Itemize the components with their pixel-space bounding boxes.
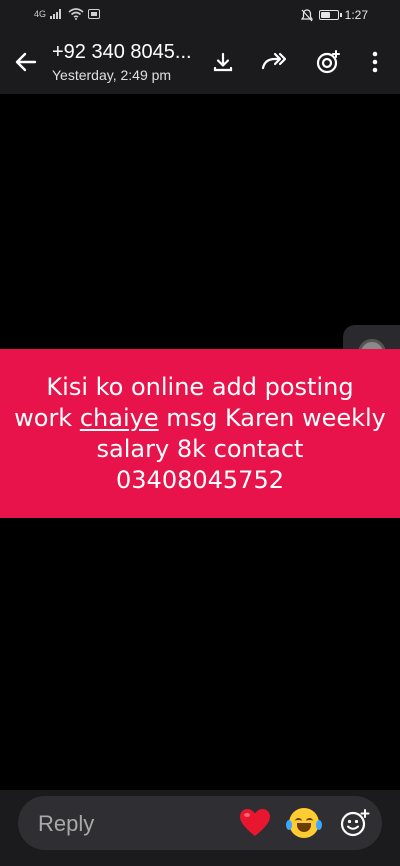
status-line-2: work chaiye msg Karen weekly <box>14 403 386 434</box>
add-status-button[interactable] <box>314 48 342 76</box>
status-line-3: salary 8k contact <box>96 434 304 463</box>
laughing-tears-emoji-icon <box>286 808 322 838</box>
mute-notification-icon <box>300 8 313 21</box>
download-button[interactable] <box>209 48 237 76</box>
heart-reaction-button[interactable] <box>238 806 272 840</box>
reply-input[interactable] <box>36 796 230 852</box>
more-vert-icon <box>372 51 378 73</box>
network-type-label: 4G <box>34 9 47 19</box>
status-line-2-post: msg Karen weekly <box>158 403 386 432</box>
back-button[interactable] <box>12 48 40 76</box>
forward-button[interactable] <box>260 48 288 76</box>
back-arrow-icon <box>15 52 37 72</box>
nfc-icon <box>88 9 101 19</box>
wifi-icon <box>68 8 84 20</box>
reply-bar <box>0 790 400 866</box>
status-viewer-header: +92 340 8045... Yesterday, 2:49 pm <box>0 30 400 94</box>
status-post-text: Kisi ko online add posting work chaiye m… <box>0 372 400 496</box>
clock-time: 1:27 <box>344 8 368 22</box>
add-emoji-button[interactable] <box>338 806 372 840</box>
status-timestamp: Yesterday, 2:49 pm <box>52 67 172 83</box>
heart-emoji-icon <box>240 809 270 836</box>
contact-title: +92 340 8045... <box>52 41 192 63</box>
status-right: 1:27 <box>300 8 368 22</box>
reply-box <box>18 796 382 852</box>
status-line-1: Kisi ko online add posting <box>46 372 354 401</box>
status-phone-number[interactable]: 03408045752 <box>14 465 386 496</box>
battery-icon <box>318 10 342 20</box>
more-options-button[interactable] <box>361 48 389 76</box>
laugh-reaction-button[interactable] <box>286 806 322 840</box>
status-left: 4G <box>34 8 101 20</box>
status-post-image: Kisi ko online add posting work chaiye m… <box>0 349 400 518</box>
system-status-bar: 4G 1:27 <box>0 0 400 30</box>
status-underlined-word[interactable]: chaiye <box>80 404 159 432</box>
signal-icon <box>50 9 62 19</box>
status-line-2-pre: work <box>14 403 80 432</box>
add-status-camera-icon <box>316 50 340 74</box>
contact-info[interactable]: +92 340 8045... Yesterday, 2:49 pm <box>52 40 202 84</box>
download-icon <box>213 52 233 72</box>
add-emoji-icon <box>340 809 370 837</box>
forward-icon <box>261 52 287 70</box>
